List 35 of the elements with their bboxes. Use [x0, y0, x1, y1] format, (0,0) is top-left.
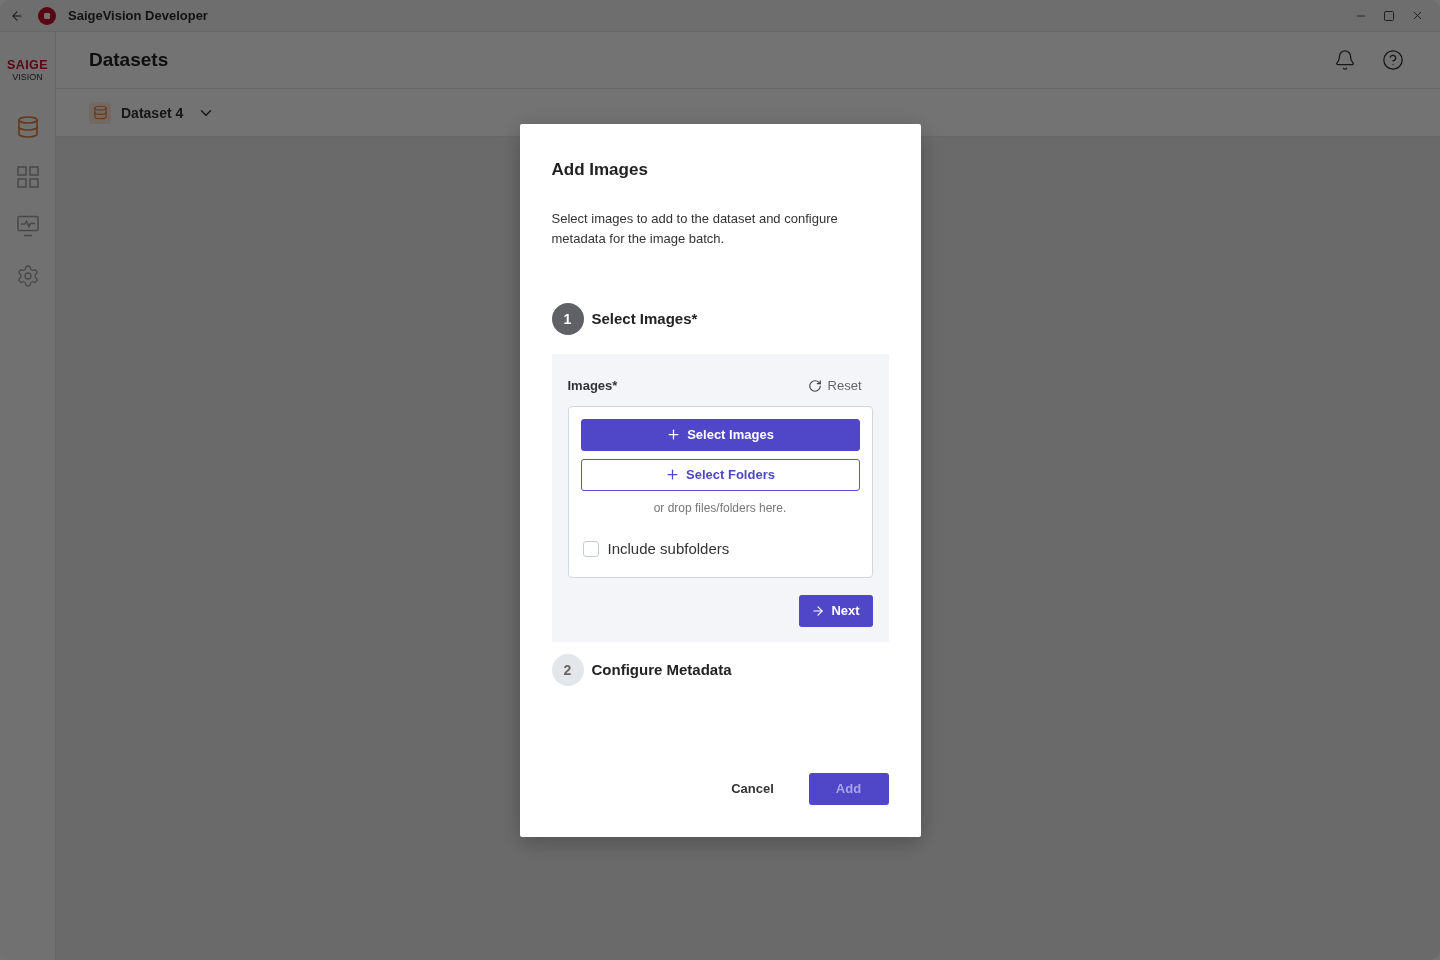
step-number-badge: 2: [551, 653, 584, 686]
window-title: SaigeVision Developer: [68, 8, 208, 23]
select-images-button[interactable]: Select Images: [580, 418, 860, 451]
close-icon[interactable]: [1411, 9, 1424, 22]
drop-zone[interactable]: Select Images Select Folders or drop files/folders here. Include subfolders: [567, 405, 873, 578]
field-label: Images*: [567, 378, 618, 393]
arrow-right-icon: [811, 603, 826, 618]
checkbox[interactable]: [582, 540, 599, 557]
grid-icon[interactable]: [16, 166, 39, 188]
database-icon: [89, 101, 111, 124]
cancel-button[interactable]: Cancel: [712, 772, 793, 805]
notification-bell-icon[interactable]: [1334, 49, 1356, 71]
select-folders-button[interactable]: Select Folders: [580, 458, 860, 491]
dataset-name: Dataset 4: [121, 104, 184, 121]
logo-subtitle: VISION: [12, 72, 43, 83]
dialog-title: Add Images: [551, 158, 649, 181]
next-button[interactable]: Next: [798, 594, 873, 627]
step-title: Configure Metadata: [591, 661, 732, 678]
page-title: Datasets: [89, 49, 169, 71]
reset-button[interactable]: Reset: [807, 378, 873, 393]
refresh-icon: [807, 378, 822, 393]
step-title: Select Images*: [591, 310, 698, 327]
settings-icon[interactable]: [15, 264, 40, 288]
app-logo-icon: [38, 6, 56, 25]
plus-icon: [666, 427, 682, 442]
step-number-badge: 1: [551, 302, 584, 335]
dialog-description: Select images to add to the dataset and configure metadata for the image batch.: [551, 209, 839, 248]
maximize-icon[interactable]: [1383, 9, 1395, 22]
plus-icon: [665, 467, 681, 482]
logo-wordmark: SAIGE: [7, 59, 48, 72]
monitor-pulse-icon[interactable]: [16, 215, 39, 237]
option-label: Include subfolders: [607, 540, 730, 557]
drop-hint: or drop files/folders here.: [652, 499, 788, 517]
database-icon[interactable]: [15, 115, 40, 139]
help-icon[interactable]: [1382, 49, 1404, 71]
